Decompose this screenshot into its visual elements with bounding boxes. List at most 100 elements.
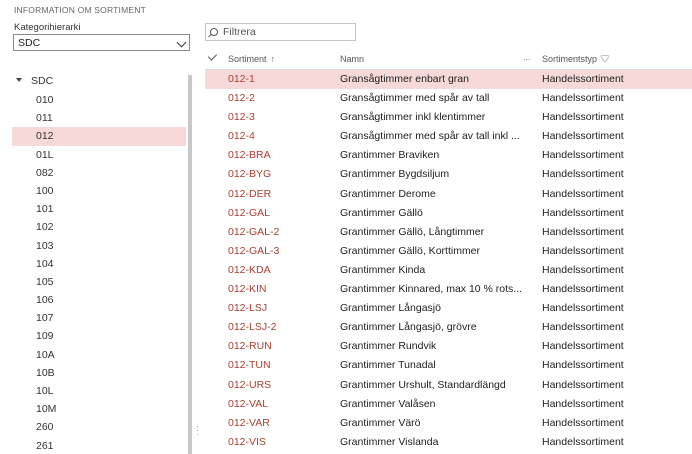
cell-namn: Grantimmer Derome: [340, 187, 436, 200]
category-tree: SDC 010 011 012 01L 082 100 101 102 103 104 105 106…: [12, 72, 186, 454]
cell-sortimentstyp: Handelssortiment: [542, 397, 624, 410]
table-row[interactable]: 012-TUN Grantimmer Tunadal Handelssortimen…: [205, 356, 692, 375]
filter-funnel-icon[interactable]: [601, 55, 610, 62]
tree-item[interactable]: 260: [12, 418, 186, 436]
cell-namn: Grantimmer Braviken: [340, 149, 440, 162]
cell-namn: Grantimmer Långasjö: [340, 302, 441, 315]
tree-item[interactable]: 10M: [12, 400, 186, 418]
column-options-icon[interactable]: ...: [523, 52, 531, 62]
table-row[interactable]: 012-VIS Grantimmer Vislanda Handelssortime…: [205, 433, 692, 452]
cell-sortiment: 012-LSJ: [228, 302, 268, 315]
tree-item[interactable]: 10L: [12, 382, 186, 400]
table-row[interactable]: 012-GAL-3 Grantimmer Gällö, Korttimmer Han…: [205, 242, 692, 261]
category-hierarchy-select[interactable]: SDC: [13, 34, 190, 51]
cell-sortimentstyp: Handelssortiment: [542, 92, 624, 105]
cell-sortiment: 012-GAL: [228, 206, 271, 219]
table-row[interactable]: 012-GAL-2 Grantimmer Gällö, Långtimmer Han…: [205, 223, 692, 242]
category-hierarchy-value: SDC: [18, 37, 41, 49]
table-row[interactable]: 012-1 Gransågtimmer enbart gran Handelssor…: [205, 70, 692, 90]
tree-item[interactable]: 101: [12, 200, 186, 218]
tree-item[interactable]: 10A: [12, 346, 186, 364]
cell-namn: Grantimmer Valåsen: [340, 397, 436, 410]
table-row[interactable]: 012-VAR Grantimmer Värö Handelssortiment: [205, 414, 692, 433]
cell-sortiment: 012-RUN: [228, 340, 272, 353]
table-row[interactable]: 012-LSJ-2 Grantimmer Långasjö, grövre Hand…: [205, 318, 692, 337]
tree-item[interactable]: 107: [12, 309, 186, 327]
cell-sortiment: 012-VAL: [228, 397, 269, 410]
column-header-sortiment[interactable]: Sortiment ↑: [228, 54, 275, 64]
tree-item[interactable]: 109: [12, 327, 186, 345]
cell-sortimentstyp: Handelssortiment: [542, 244, 624, 257]
tree-item[interactable]: 01L: [12, 146, 186, 164]
cell-namn: Gransågtimmer med spår av tall: [340, 92, 490, 105]
chevron-down-icon[interactable]: [176, 37, 187, 48]
cell-sortimentstyp: Handelssortiment: [542, 321, 624, 334]
table-row[interactable]: 012-GAL Grantimmer Gällö Handelssortiment: [205, 204, 692, 223]
cell-sortimentstyp: Handelssortiment: [542, 283, 624, 296]
cell-namn: Gransågtimmer med spår av tall inkl ...: [340, 130, 520, 143]
column-header-sortimentstyp-label: Sortimentstyp: [542, 54, 598, 64]
cell-sortiment: 012-LSJ-2: [228, 321, 277, 334]
tree-item[interactable]: 10B: [12, 364, 186, 382]
cell-sortiment: 012-BYG: [228, 168, 272, 181]
column-header-namn[interactable]: Namn: [340, 54, 364, 64]
table-row[interactable]: 012-KIN Grantimmer Kinnared, max 10 % rot…: [205, 280, 692, 299]
panel-title: INFORMATION OM SORTIMENT: [14, 5, 146, 15]
table-row[interactable]: 012-LSJ Grantimmer Långasjö Handelssortime…: [205, 299, 692, 318]
expand-triangle-icon[interactable]: [16, 78, 22, 83]
table-row[interactable]: 012-4 Gransågtimmer med spår av tall inkl…: [205, 127, 692, 146]
table-row[interactable]: 012-2 Gransågtimmer med spår av tall Hande…: [205, 89, 692, 108]
table-row[interactable]: 012-URS Grantimmer Urshult, Standardlängd…: [205, 376, 692, 395]
table-row[interactable]: 012-KDA Grantimmer Kinda Handelssortiment: [205, 261, 692, 280]
tree-item[interactable]: 104: [12, 255, 186, 273]
cell-sortimentstyp: Handelssortiment: [542, 149, 624, 162]
cell-sortimentstyp: Handelssortiment: [542, 206, 624, 219]
assortment-grid: Sortiment ↑ Namn ... Sortimentstyp 012-1 G…: [205, 49, 692, 452]
table-row[interactable]: 012-VAL Grantimmer Valåsen Handelssortimen…: [205, 395, 692, 414]
tree-item[interactable]: 100: [12, 182, 186, 200]
table-row[interactable]: 012-BRA Grantimmer Braviken Handelssortime…: [205, 146, 692, 165]
cell-namn: Grantimmer Urshult, Standardlängd: [340, 378, 506, 391]
tree-item[interactable]: 011: [12, 109, 186, 127]
cell-namn: Grantimmer Rundvik: [340, 340, 437, 353]
cell-sortiment: 012-URS: [228, 378, 272, 391]
cell-sortiment: 012-GAL-3: [228, 244, 280, 257]
cell-sortiment: 012-3: [228, 111, 255, 124]
tree-item[interactable]: 012: [12, 127, 186, 146]
splitter-handle[interactable]: · · ·: [196, 422, 199, 439]
table-row[interactable]: 012-RUN Grantimmer Rundvik Handelssortimen…: [205, 337, 692, 356]
tree-item[interactable]: 102: [12, 218, 186, 236]
tree-root[interactable]: SDC: [12, 72, 186, 91]
cell-sortimentstyp: Handelssortiment: [542, 263, 624, 276]
table-row[interactable]: 012-BYG Grantimmer Bygdsiljum Handelssorti…: [205, 165, 692, 184]
tree-item[interactable]: 105: [12, 273, 186, 291]
cell-namn: Grantimmer Gällö: [340, 206, 423, 219]
tree-item[interactable]: 103: [12, 237, 186, 255]
cell-sortiment: 012-GAL-2: [228, 225, 280, 238]
cell-sortimentstyp: Handelssortiment: [542, 435, 624, 448]
cell-sortimentstyp: Handelssortiment: [542, 130, 624, 143]
table-row[interactable]: 012-3 Gransågtimmer inkl klentimmer Handel…: [205, 108, 692, 127]
cell-sortiment: 012-TUN: [228, 359, 271, 372]
select-all-checkmark-icon[interactable]: [207, 51, 218, 61]
column-header-sortimentstyp[interactable]: Sortimentstyp: [542, 54, 610, 64]
tree-item[interactable]: 261: [12, 437, 186, 454]
tree-scrollbar[interactable]: [188, 75, 192, 454]
cell-sortimentstyp: Handelssortiment: [542, 73, 624, 85]
cell-sortiment: 012-DER: [228, 187, 272, 200]
column-header-sortiment-label: Sortiment: [228, 54, 267, 64]
cell-namn: Grantimmer Kinnared, max 10 % rots...: [340, 283, 523, 296]
cell-sortimentstyp: Handelssortiment: [542, 302, 624, 315]
table-row[interactable]: 012-DER Grantimmer Derome Handelssortiment: [205, 185, 692, 204]
cell-sortiment: 012-KDA: [228, 263, 271, 276]
cell-namn: Grantimmer Gällö, Långtimmer: [340, 225, 485, 238]
cell-namn: Grantimmer Kinda: [340, 263, 426, 276]
cell-sortimentstyp: Handelssortiment: [542, 225, 624, 238]
filter-input[interactable]: Filtrera: [205, 23, 356, 41]
tree-item[interactable]: 106: [12, 291, 186, 309]
tree-root-label: SDC: [31, 75, 54, 87]
tree-item[interactable]: 010: [12, 91, 186, 109]
cell-sortimentstyp: Handelssortiment: [542, 340, 624, 353]
cell-namn: Grantimmer Bygdsiljum: [340, 168, 450, 181]
tree-item[interactable]: 082: [12, 164, 186, 182]
